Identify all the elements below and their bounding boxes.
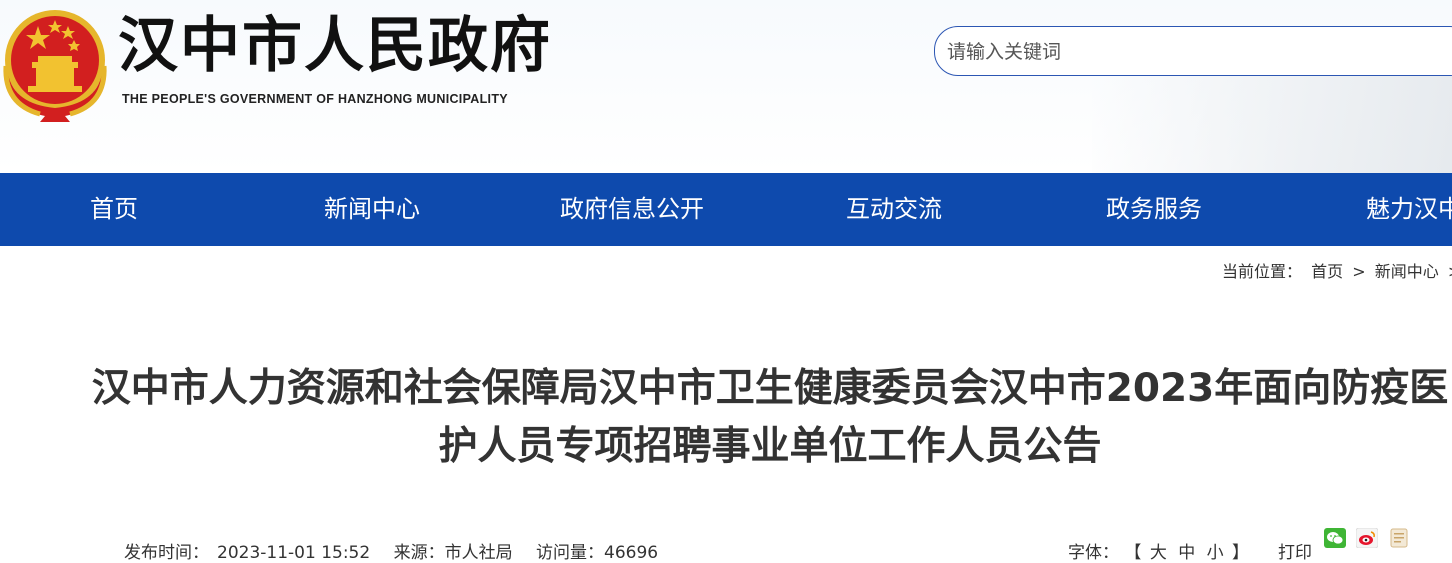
- site-subtitle: THE PEOPLE'S GOVERNMENT OF HANZHONG MUNI…: [122, 92, 508, 106]
- weibo-icon[interactable]: [1356, 528, 1378, 548]
- article-title-line-2: 护人员专项招聘事业单位工作人员公告: [438, 424, 1102, 469]
- font-size-small-button[interactable]: 小: [1207, 543, 1224, 563]
- breadcrumb-label: 当前位置：: [1222, 262, 1303, 281]
- source-value: 市人社局: [444, 543, 513, 563]
- breadcrumb-home-link[interactable]: 首页: [1311, 262, 1343, 281]
- nav-item-gov-info[interactable]: 政府信息公开: [560, 173, 704, 246]
- search-input[interactable]: [947, 39, 1447, 65]
- site-title: 汉中市人民政府: [118, 11, 552, 81]
- article-title: 汉中市人力资源和社会保障局汉中市卫生健康委员会汉中市2023年面向防疫医 护人员…: [60, 360, 1452, 476]
- national-emblem-icon: [3, 10, 107, 122]
- publish-label: 发布时间：: [124, 543, 209, 563]
- nav-item-home[interactable]: 首页: [90, 173, 138, 246]
- nav-item-news[interactable]: 新闻中心: [324, 173, 420, 246]
- nav-item-services[interactable]: 政务服务: [1106, 173, 1202, 246]
- views-count: 46696: [604, 543, 659, 563]
- search-box: [934, 26, 1452, 76]
- source-label: 来源：: [393, 543, 445, 563]
- print-button[interactable]: 打印: [1278, 538, 1312, 563]
- main-nav: 首页 新闻中心 政府信息公开 互动交流 政务服务 魅力汉中: [0, 173, 1452, 246]
- site-header: 汉中市人民政府 THE PEOPLE'S GOVERNMENT OF HANZH…: [0, 0, 1452, 173]
- copy-icon[interactable]: [1388, 528, 1410, 548]
- breadcrumb: 当前位置： 首页 > 新闻中心 >: [1222, 258, 1452, 282]
- font-size-large-button[interactable]: 大: [1150, 543, 1167, 563]
- font-size-control: 字体： 【 大 中 小 】: [1068, 538, 1249, 563]
- wechat-icon[interactable]: [1324, 528, 1346, 548]
- article-title-line-1: 汉中市人力资源和社会保障局汉中市卫生健康委员会汉中市2023年面向防疫医: [91, 366, 1449, 411]
- font-size-label: 字体：: [1068, 543, 1119, 563]
- font-bracket-close: 】: [1232, 543, 1250, 563]
- font-size-medium-button[interactable]: 中: [1178, 543, 1195, 563]
- article-meta: 发布时间： 2023-11-01 15:52 来源：市人社局 访问量：46696: [124, 538, 676, 563]
- publish-time: 2023-11-01 15:52: [217, 543, 371, 563]
- font-bracket-open: 【: [1124, 543, 1142, 563]
- header-background-fade: [1092, 70, 1452, 173]
- breadcrumb-separator: >: [1448, 262, 1452, 281]
- nav-item-charm[interactable]: 魅力汉中: [1366, 173, 1452, 246]
- breadcrumb-separator: >: [1352, 262, 1366, 281]
- breadcrumb-news-link[interactable]: 新闻中心: [1375, 262, 1439, 281]
- nav-item-interaction[interactable]: 互动交流: [846, 173, 942, 246]
- views-label: 访问量：: [536, 543, 605, 563]
